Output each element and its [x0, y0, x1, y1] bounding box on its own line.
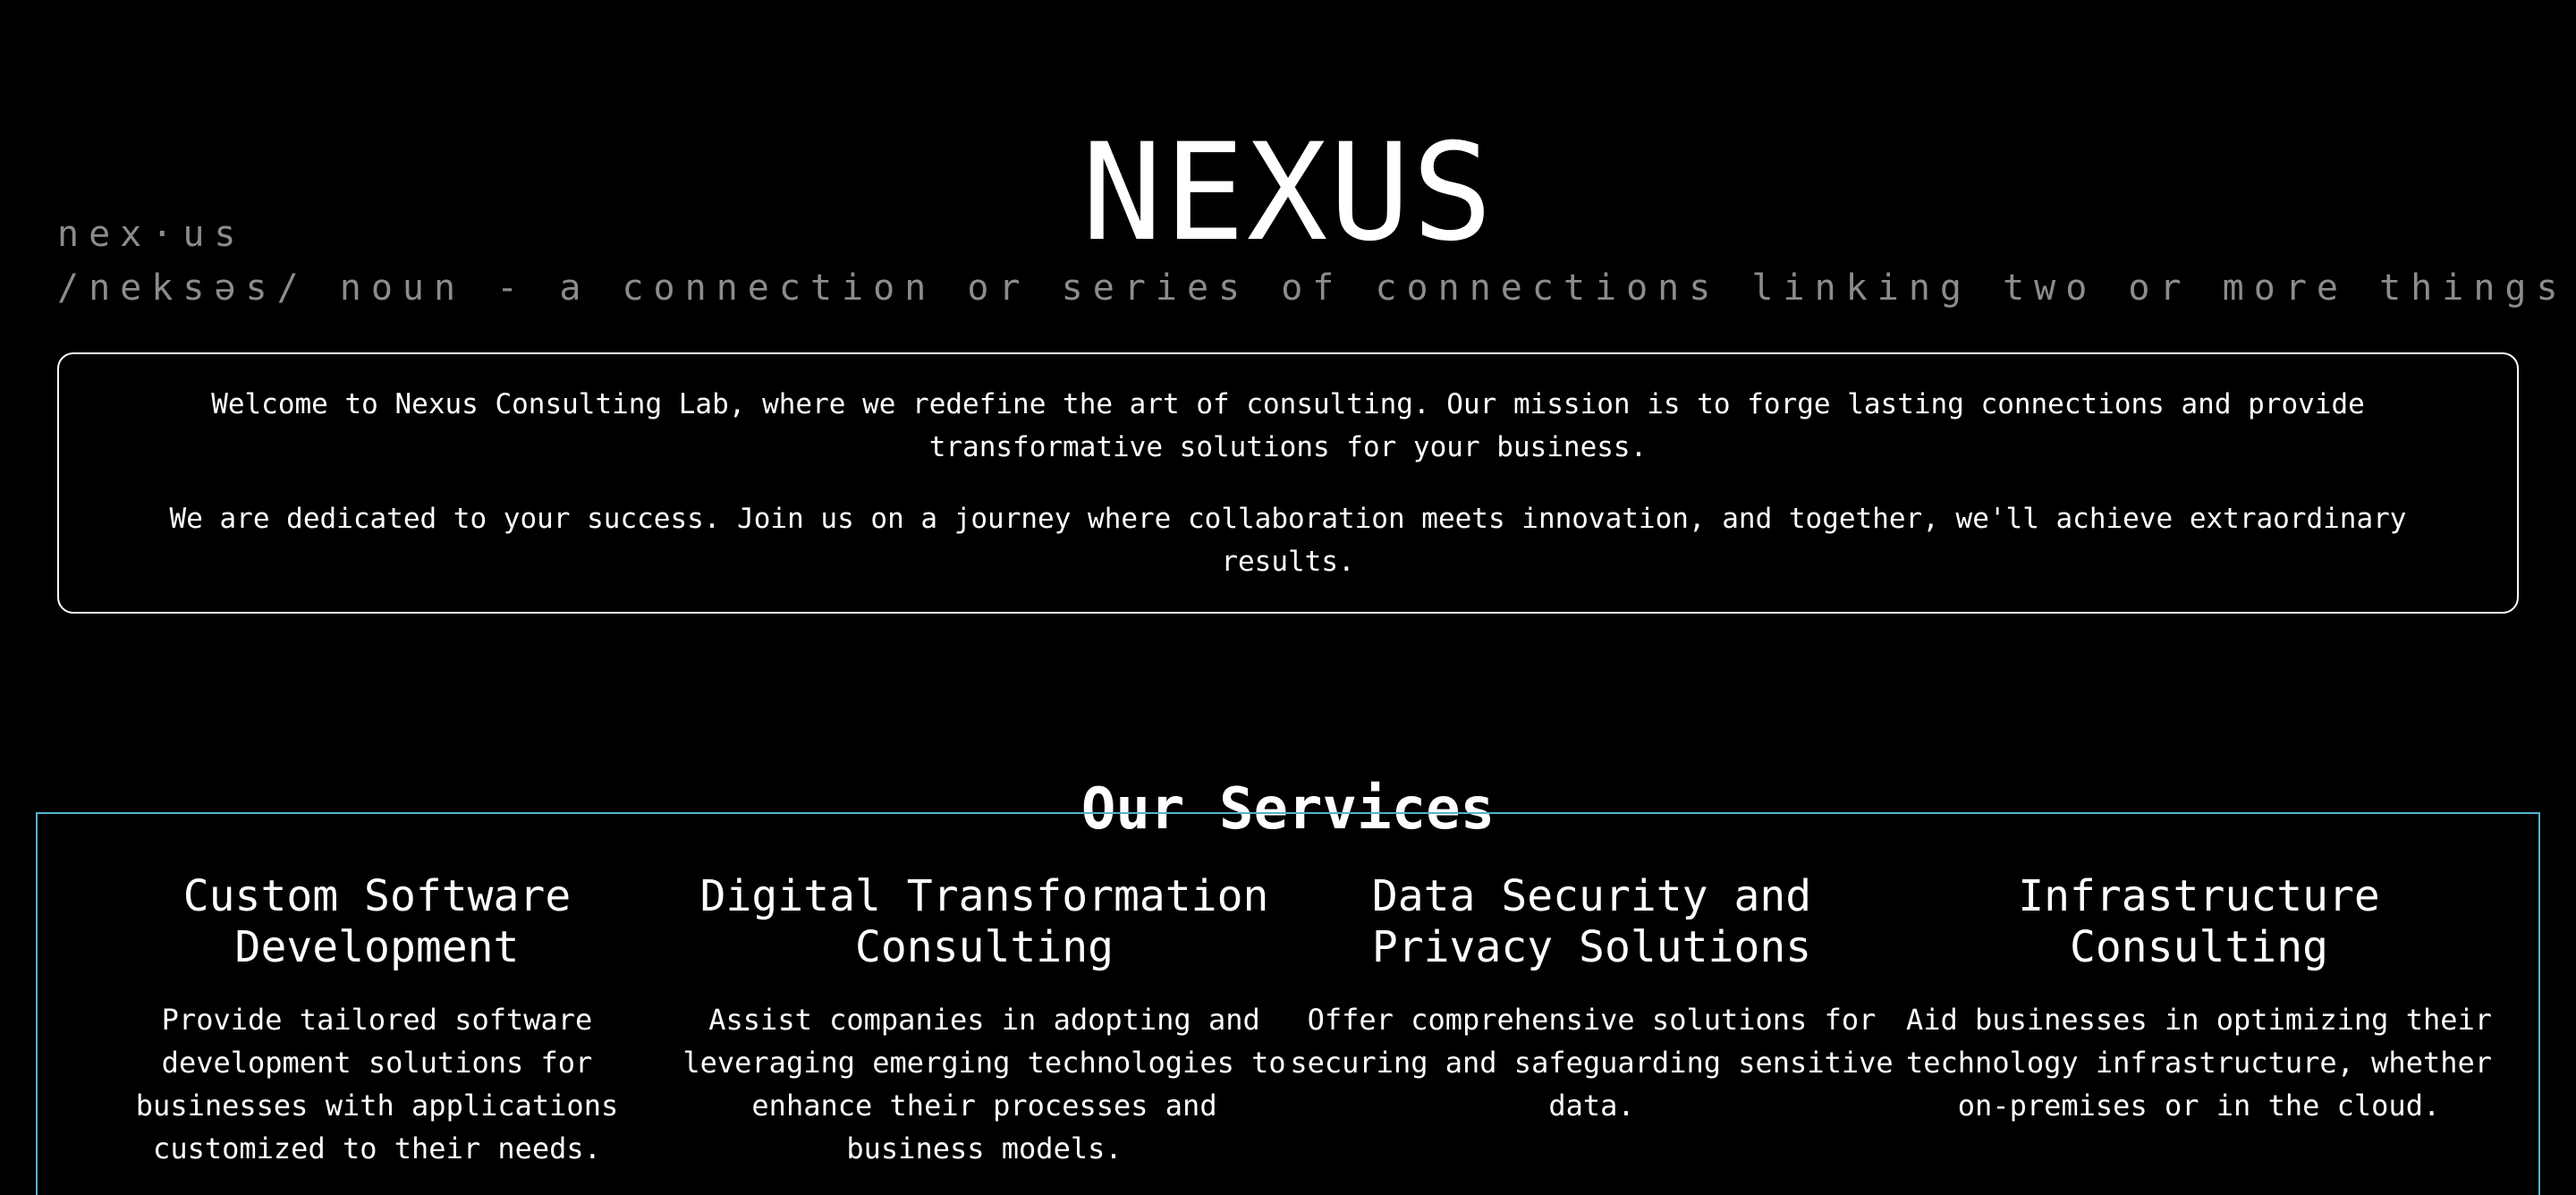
service-card-infrastructure: Infrastructure Consulting Aid businesses… — [1895, 871, 2503, 1195]
intro-box: Welcome to Nexus Consulting Lab, where w… — [57, 352, 2519, 614]
intro-paragraph-dedication: We are dedicated to your success. Join u… — [169, 503, 2407, 578]
definition-block: nex·us /neksəs/ noun - a connection or s… — [57, 208, 2576, 315]
services-panel: Custom Software Development Provide tail… — [36, 812, 2540, 1195]
service-description: Assist companies in adopting and leverag… — [682, 1003, 1286, 1165]
service-card-digital-transformation: Digital Transformation Consulting Assist… — [681, 871, 1288, 1195]
service-card-custom-software: Custom Software Development Provide tail… — [73, 871, 681, 1195]
landing-page: NEXUS nex·us /neksəs/ noun - a connectio… — [0, 0, 2576, 1195]
service-title: Data Security and Privacy Solutions — [1371, 871, 1812, 972]
service-description: Provide tailored software development so… — [135, 1003, 619, 1165]
definition-word: nex·us — [57, 214, 246, 255]
intro-paragraph-welcome: Welcome to Nexus Consulting Lab, where w… — [211, 388, 2365, 463]
service-card-data-security: Data Security and Privacy Solutions Offe… — [1288, 871, 1895, 1195]
service-description: Offer comprehensive solutions for securi… — [1290, 1003, 1894, 1123]
service-title: Digital Transformation Consulting — [699, 871, 1269, 972]
definition-text: /neksəs/ noun - a connection or series o… — [57, 267, 2576, 309]
service-description: Aid businesses in optimizing their techn… — [1905, 1003, 2493, 1123]
service-title: Infrastructure Consulting — [2018, 871, 2380, 972]
service-title: Custom Software Development — [182, 871, 572, 972]
